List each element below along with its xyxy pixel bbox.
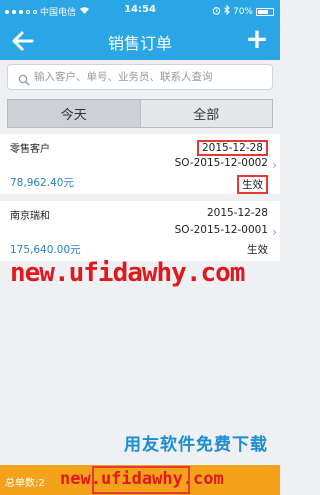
order-customer: 南京瑞和 <box>10 211 50 222</box>
battery-percent: 70% <box>232 6 253 17</box>
search-icon <box>18 71 30 86</box>
watermark-promo: 用友软件免费下载 <box>124 435 268 455</box>
order-customer: 零售客户 <box>10 144 50 155</box>
search-input[interactable] <box>34 71 272 83</box>
status-right: 70% <box>212 4 274 18</box>
order-number: SO-2015-12-0001 <box>174 224 268 236</box>
order-status: 生效 <box>237 175 268 194</box>
search-box[interactable] <box>7 64 273 90</box>
tab-all[interactable]: 全部 <box>140 100 272 127</box>
order-amount: 175,640.00元 <box>10 244 81 256</box>
order-number: SO-2015-12-0002 <box>174 157 268 169</box>
status-bar: 中国电信 14:54 70% <box>0 0 280 22</box>
tab-today[interactable]: 今天 <box>8 100 141 127</box>
watermark-url: new.ufidawhy.com <box>10 258 245 288</box>
total-count: 总单数:2 <box>5 478 45 489</box>
search-bar <box>0 60 280 94</box>
add-order-button[interactable]: + <box>244 25 270 53</box>
battery-icon <box>256 7 274 16</box>
battery-level <box>258 9 268 14</box>
order-amount: 78,962.40元 <box>10 177 74 189</box>
highlight-box <box>92 466 190 494</box>
order-status: 生效 <box>247 244 268 256</box>
page-title: 销售订单 <box>107 34 172 53</box>
chevron-right-icon: › <box>272 225 277 239</box>
order-date: 2015-12-28 <box>196 140 268 156</box>
order-row[interactable]: 零售客户 2015-12-28 SO-2015-12-0002 78,962.4… <box>0 134 280 194</box>
bluetooth-icon <box>224 4 230 18</box>
nav-bar: 销售订单 + <box>0 22 280 60</box>
alarm-icon <box>212 6 221 18</box>
order-list: 零售客户 2015-12-28 SO-2015-12-0002 78,962.4… <box>0 134 280 268</box>
order-date: 2015-12-28 <box>206 207 268 219</box>
order-row[interactable]: 南京瑞和 2015-12-28 SO-2015-12-0001 175,640.… <box>0 201 280 261</box>
chevron-right-icon: › <box>272 158 277 172</box>
date-filter-segment: 今天 全部 <box>7 99 273 128</box>
